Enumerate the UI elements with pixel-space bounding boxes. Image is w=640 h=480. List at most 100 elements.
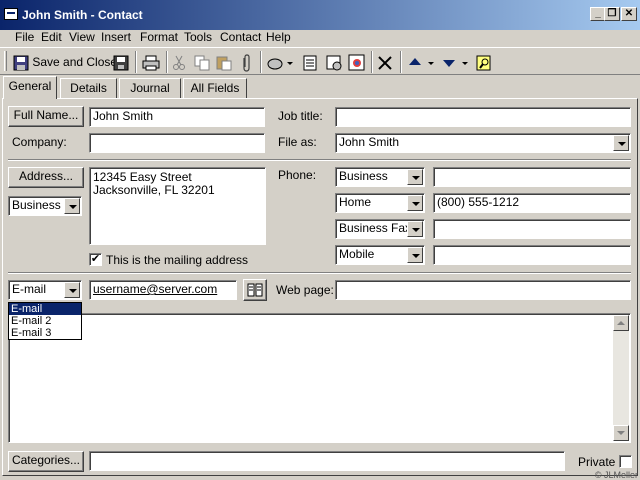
divider bbox=[8, 159, 631, 161]
categories-field[interactable] bbox=[89, 451, 565, 471]
chevron-down-icon[interactable] bbox=[407, 221, 423, 237]
email-type-dropdown[interactable]: E-mail bbox=[8, 280, 82, 300]
new-message-button[interactable] bbox=[302, 51, 320, 73]
menu-insert[interactable]: Insert bbox=[101, 30, 131, 46]
email-field[interactable]: username@server.com bbox=[89, 280, 237, 300]
new-meeting-icon bbox=[303, 55, 317, 71]
private-label: Private bbox=[578, 455, 616, 469]
book-icon bbox=[247, 283, 263, 297]
standard-toolbar: Save and Close bbox=[0, 47, 640, 75]
attach-icon bbox=[243, 54, 250, 72]
copy-button[interactable] bbox=[194, 51, 210, 73]
web-page-field[interactable] bbox=[335, 280, 631, 300]
save-and-close-label: Save and Close bbox=[32, 55, 118, 69]
followup-icon bbox=[267, 58, 293, 70]
chevron-down-icon[interactable] bbox=[64, 198, 80, 214]
phone-type-dropdown-3[interactable]: Business Fax bbox=[335, 219, 425, 239]
mailing-address-label: This is the mailing address bbox=[106, 253, 249, 267]
company-field[interactable] bbox=[89, 133, 265, 153]
delete-button[interactable] bbox=[378, 51, 392, 73]
private-checkbox[interactable] bbox=[619, 455, 632, 468]
address-line-2: Jacksonville, FL 32201 bbox=[93, 183, 215, 197]
window-title: John Smith - Contact bbox=[22, 8, 143, 22]
menu-view[interactable]: View bbox=[69, 30, 95, 46]
phone-type-dropdown-1[interactable]: Business bbox=[335, 167, 425, 187]
full-name-field[interactable]: John Smith bbox=[89, 107, 265, 127]
scroll-up-icon[interactable] bbox=[613, 315, 629, 331]
auto-dialer-button[interactable] bbox=[348, 51, 366, 73]
tab-all-fields[interactable]: All Fields bbox=[183, 78, 247, 98]
phone-field-3[interactable] bbox=[433, 219, 631, 239]
save-and-close-button[interactable]: Save and Close bbox=[13, 51, 117, 73]
floppy-icon bbox=[113, 55, 129, 71]
notes-scrollbar[interactable] bbox=[613, 315, 629, 441]
restore-button[interactable]: ❐ bbox=[604, 7, 620, 21]
toolbar-separator bbox=[260, 51, 262, 73]
save-button[interactable] bbox=[113, 51, 129, 73]
phone-type-dropdown-4[interactable]: Mobile bbox=[335, 245, 425, 265]
chevron-down-icon[interactable] bbox=[407, 169, 423, 185]
notes-field[interactable] bbox=[8, 313, 631, 443]
categories-button[interactable]: Categories... bbox=[8, 451, 84, 472]
divider bbox=[8, 272, 631, 274]
tab-details[interactable]: Details bbox=[60, 78, 117, 98]
email-option-1[interactable]: E-mail bbox=[9, 303, 81, 315]
address-type-value: Business bbox=[12, 198, 61, 212]
title-bar: John Smith - Contact _ ❐ ✕ bbox=[0, 0, 640, 30]
delete-icon bbox=[378, 56, 392, 70]
file-as-dropdown[interactable]: John Smith bbox=[335, 133, 631, 153]
menu-format[interactable]: Format bbox=[140, 30, 178, 46]
menu-contact[interactable]: Contact bbox=[220, 30, 261, 46]
email-option-3[interactable]: E-mail 3 bbox=[9, 327, 81, 339]
mailing-address-checkbox[interactable]: ✔ bbox=[89, 253, 102, 266]
full-name-button[interactable]: Full Name... bbox=[8, 106, 84, 127]
email-type-value: E-mail bbox=[12, 282, 47, 296]
menu-file[interactable]: File bbox=[15, 30, 34, 46]
close-button[interactable]: ✕ bbox=[621, 7, 637, 21]
chevron-down-icon[interactable] bbox=[64, 282, 80, 298]
toolbar-separator bbox=[400, 51, 402, 73]
address-button[interactable]: Address... bbox=[8, 167, 84, 188]
address-type-dropdown[interactable]: Business bbox=[8, 196, 82, 216]
phone-field-4[interactable] bbox=[433, 245, 631, 265]
cut-icon bbox=[173, 55, 185, 70]
insert-file-button[interactable] bbox=[240, 51, 252, 73]
phone-field-1[interactable] bbox=[433, 167, 631, 187]
copy-icon bbox=[194, 55, 210, 71]
cut-button[interactable] bbox=[172, 51, 186, 73]
address-field[interactable]: 12345 Easy Street Jacksonville, FL 32201 bbox=[89, 167, 266, 245]
company-label: Company: bbox=[12, 135, 67, 149]
new-task-button[interactable] bbox=[325, 51, 343, 73]
menu-help[interactable]: Help bbox=[266, 30, 291, 46]
menu-tools[interactable]: Tools bbox=[184, 30, 212, 46]
previous-item-button[interactable] bbox=[408, 51, 436, 73]
chevron-down-icon[interactable] bbox=[407, 195, 423, 211]
previous-item-icon bbox=[409, 57, 434, 65]
full-name-button-label: Full Name... bbox=[13, 108, 79, 122]
email-value: username@server.com bbox=[93, 282, 218, 296]
phone-type-dropdown-2[interactable]: Home bbox=[335, 193, 425, 213]
tab-general[interactable]: General bbox=[3, 76, 57, 99]
paste-button[interactable] bbox=[216, 51, 232, 73]
toolbar-separator bbox=[166, 51, 168, 73]
chevron-down-icon[interactable] bbox=[613, 135, 629, 151]
address-book-lookup-button[interactable] bbox=[243, 279, 267, 301]
menu-edit[interactable]: Edit bbox=[41, 30, 62, 46]
print-button[interactable] bbox=[142, 51, 160, 73]
menu-bar: File Edit View Insert Format Tools Conta… bbox=[0, 30, 640, 46]
paste-icon bbox=[216, 56, 232, 71]
address-book-button[interactable] bbox=[475, 51, 493, 73]
follow-up-button[interactable] bbox=[267, 51, 293, 73]
phone-type-value: Business bbox=[339, 169, 388, 183]
phone-type-value: Home bbox=[339, 195, 372, 209]
categories-button-label: Categories... bbox=[11, 453, 81, 467]
chevron-down-icon[interactable] bbox=[407, 247, 423, 263]
job-title-field[interactable] bbox=[335, 107, 631, 127]
scroll-down-icon[interactable] bbox=[613, 425, 629, 441]
print-icon bbox=[142, 55, 160, 71]
tab-journal[interactable]: Journal bbox=[119, 78, 181, 98]
phone-field-2[interactable]: (800) 555-1212 bbox=[433, 193, 631, 213]
next-item-button[interactable] bbox=[442, 51, 470, 73]
toolbar-grip[interactable] bbox=[4, 51, 7, 71]
email-option-2[interactable]: E-mail 2 bbox=[9, 315, 81, 327]
